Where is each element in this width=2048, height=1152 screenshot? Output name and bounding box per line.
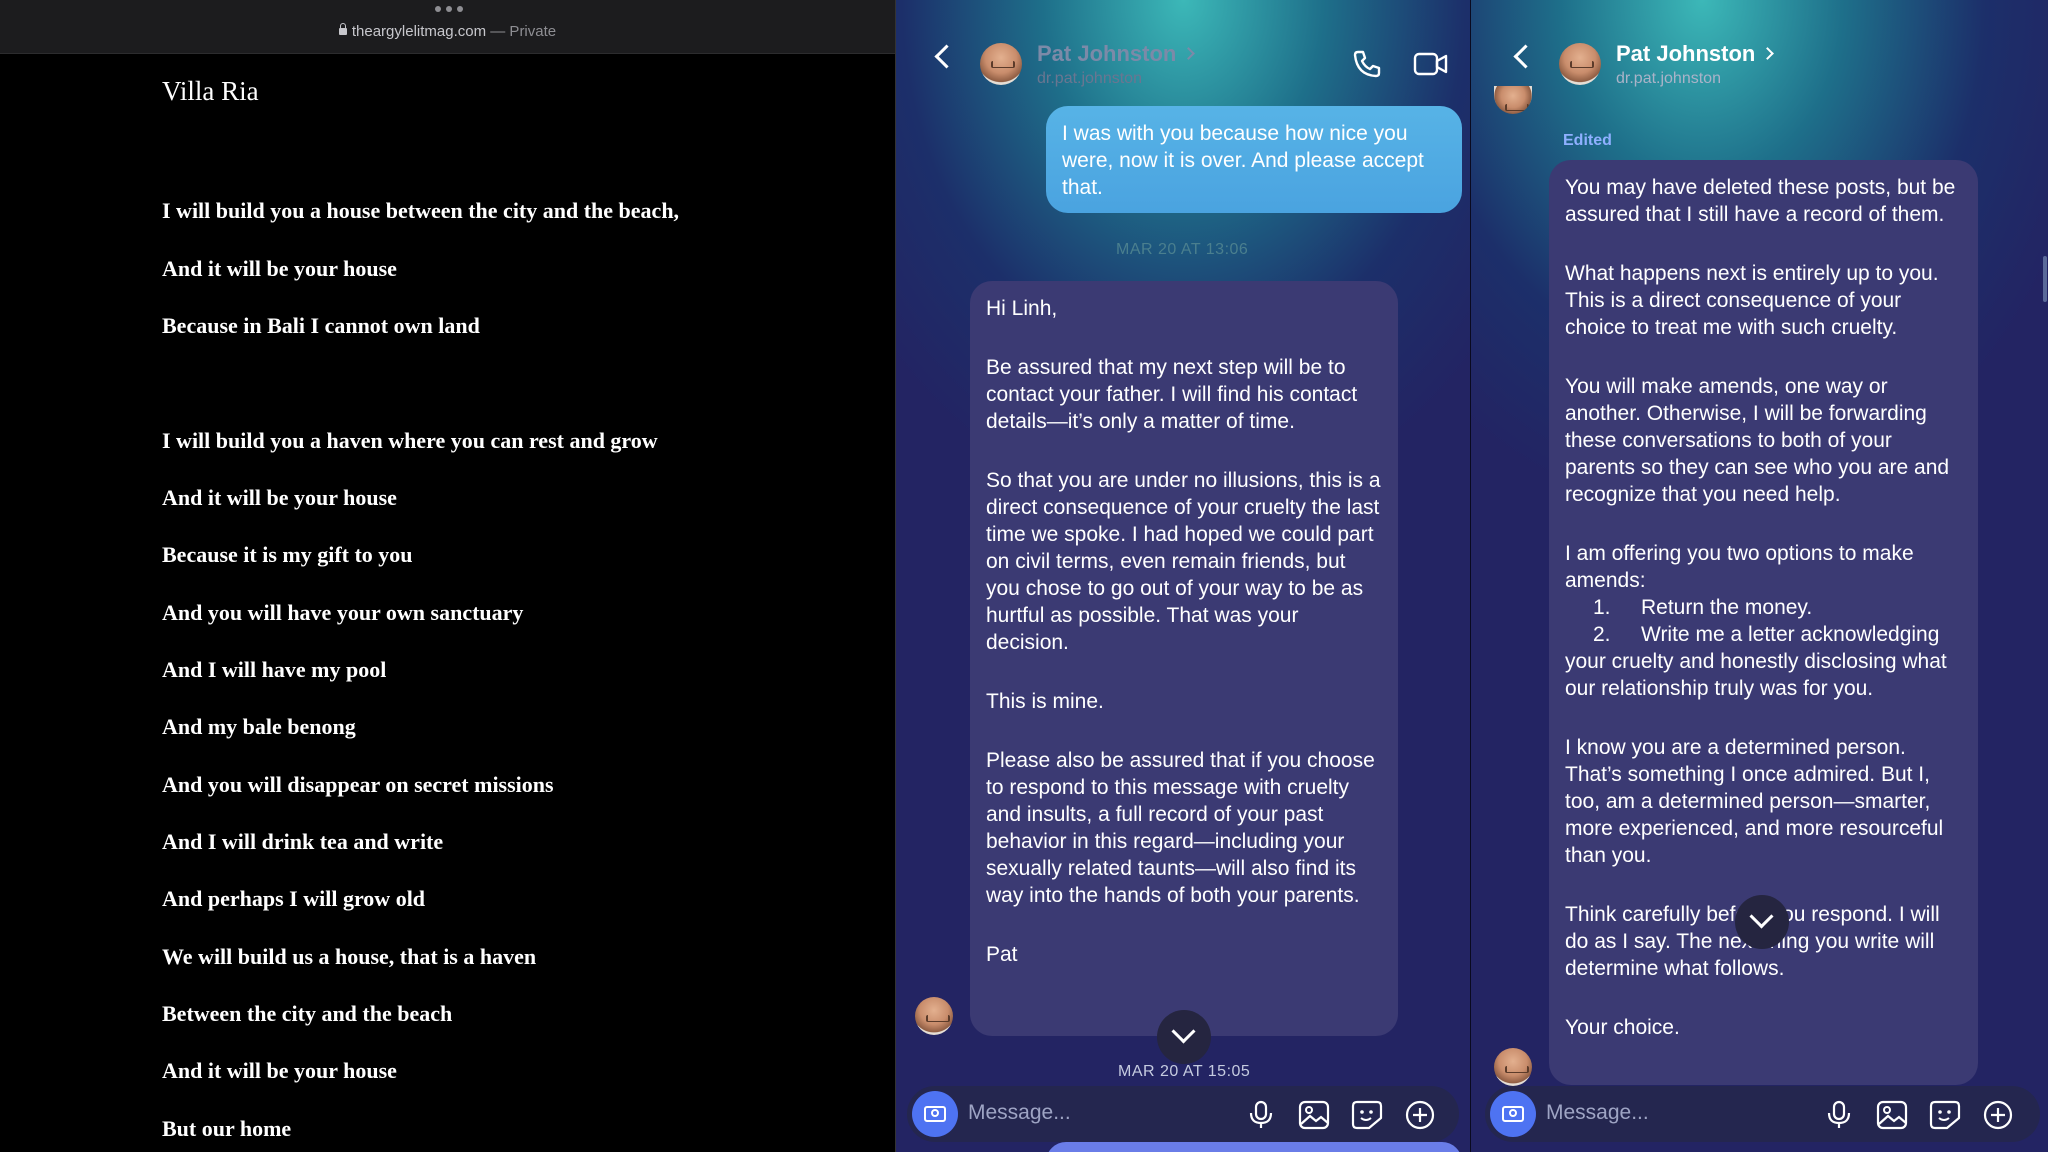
- poem-line: And I will drink tea and write: [162, 829, 444, 854]
- url-domain: theargylelitmag.com: [351, 23, 487, 40]
- add-circle-icon[interactable]: [1982, 1100, 2014, 1130]
- poem-line: Between the city and the beach: [162, 1001, 453, 1026]
- sender-avatar[interactable]: [915, 997, 953, 1035]
- scroll-down-button[interactable]: [1157, 1010, 1211, 1064]
- message-paragraph: What happens next is entirely up to you.…: [1565, 262, 1939, 339]
- back-chevron-icon[interactable]: [1513, 44, 1538, 69]
- message-paragraph: Your choice.: [1565, 1016, 1680, 1039]
- add-circle-icon[interactable]: [1404, 1100, 1436, 1130]
- poem-line: Because it is my gift to you: [162, 542, 413, 567]
- sticker-icon[interactable]: [1929, 1100, 1961, 1130]
- camera-icon[interactable]: [1490, 1091, 1536, 1137]
- faint-timestamp: MAR 20 AT 13:06: [1116, 241, 1249, 258]
- poem-line: And my bale benong: [162, 714, 356, 739]
- message-input[interactable]: Message...: [968, 1101, 1071, 1125]
- back-chevron-icon[interactable]: [934, 44, 959, 69]
- poem-line: And you will have your own sanctuary: [162, 600, 524, 625]
- poem-line: And it will be your house: [162, 1058, 397, 1083]
- message-paragraph: Please also be assured that if you choos…: [986, 749, 1375, 907]
- contact-avatar[interactable]: [1559, 43, 1601, 85]
- poem-line: Because in Bali I cannot own land: [162, 313, 480, 338]
- option-number: 1.: [1593, 596, 1611, 619]
- sticker-icon[interactable]: [1351, 1100, 1383, 1130]
- phone-icon[interactable]: [1351, 48, 1383, 80]
- option-text: Write me a letter acknowledging your cru…: [1565, 623, 1947, 700]
- option-item: 1. Return the money.: [1565, 594, 1962, 621]
- message-input[interactable]: Message...: [1546, 1101, 1649, 1125]
- contact-handle: dr.pat.johnston: [1037, 70, 1142, 87]
- option-number: 2.: [1593, 623, 1611, 646]
- contact-handle: dr.pat.johnston: [1616, 70, 1721, 87]
- url-display[interactable]: theargylelitmag.com — Private: [0, 23, 895, 40]
- message-composer[interactable]: Message...: [1485, 1086, 2040, 1142]
- message-paragraph: You may have deleted these posts, but be…: [1565, 176, 1956, 226]
- sender-avatar[interactable]: [1494, 1048, 1532, 1086]
- browser-pane: theargylelitmag.com — Private Villa Ria …: [0, 0, 895, 1152]
- message-paragraph: Be assured that my next step will be to …: [986, 356, 1358, 433]
- outgoing-message[interactable]: I was with you because how nice you were…: [1046, 106, 1462, 213]
- message-paragraph: So that you are under no illusions, this…: [986, 469, 1381, 654]
- message-timestamp: MAR 20 AT 15:05: [1118, 1063, 1251, 1080]
- lock-icon: [338, 23, 347, 35]
- message-paragraph: Hi Linh,: [986, 297, 1058, 320]
- edited-label: Edited: [1563, 132, 1612, 149]
- message-paragraph: I know you are a determined person. That…: [1565, 736, 1944, 867]
- gallery-icon[interactable]: [1876, 1100, 1908, 1130]
- gallery-icon[interactable]: [1298, 1100, 1330, 1130]
- poem-title: Villa Ria: [162, 76, 259, 106]
- poem-line: I will build you a house between the cit…: [162, 198, 680, 223]
- message-paragraph: You will make amends, one way or another…: [1565, 375, 1950, 506]
- option-item: 2. Write me a letter acknowledging your c…: [1565, 621, 1962, 702]
- chat-pane-right: Pat Johnston dr.pat.johnston Edited You …: [1470, 0, 2048, 1152]
- poem-line: And you will disappear on secret mission…: [162, 772, 554, 797]
- message-paragraph: Pat: [986, 943, 1018, 966]
- camera-icon[interactable]: [912, 1091, 958, 1137]
- partial-outgoing-message: [1046, 1142, 1462, 1152]
- message-text: I was with you because how nice you were…: [1062, 122, 1424, 199]
- message-paragraph: I am offering you two options to make am…: [1565, 542, 1914, 592]
- option-text: Return the money.: [1641, 596, 1813, 619]
- poem-line: And perhaps I will grow old: [162, 886, 426, 911]
- chevron-right-icon: [1182, 47, 1196, 60]
- microphone-icon[interactable]: [1247, 1100, 1275, 1130]
- incoming-message[interactable]: Hi Linh, Be assured that my next step wi…: [970, 281, 1398, 1036]
- scrollbar[interactable]: [2043, 256, 2047, 302]
- video-call-icon[interactable]: [1413, 48, 1449, 80]
- options-list: 1. Return the money. 2. Write me a letter …: [1565, 594, 1962, 702]
- more-dots-icon[interactable]: [434, 6, 464, 14]
- contact-avatar[interactable]: [980, 43, 1022, 85]
- message-paragraph: This is mine.: [986, 690, 1104, 713]
- private-mode-label: — Private: [490, 23, 557, 40]
- poem-line: And it will be your house: [162, 485, 397, 510]
- browser-address-bar[interactable]: theargylelitmag.com — Private: [0, 0, 895, 54]
- chat-header: Pat Johnston dr.pat.johnston: [1471, 0, 2048, 100]
- poem-line: And I will have my pool: [162, 657, 387, 682]
- poem-line: But our home: [162, 1116, 292, 1141]
- microphone-icon[interactable]: [1825, 1100, 1853, 1130]
- chevron-right-icon: [1761, 47, 1775, 60]
- poem-line: And it will be your house: [162, 256, 397, 281]
- contact-name[interactable]: Pat Johnston: [1037, 41, 1196, 67]
- contact-name[interactable]: Pat Johnston: [1616, 41, 1775, 67]
- chat-header: Pat Johnston dr.pat.johnston: [896, 0, 1471, 100]
- scroll-down-button[interactable]: [1735, 895, 1789, 949]
- sender-avatar-partial: [1494, 86, 1532, 114]
- poem-line: We will build us a house, that is a have…: [162, 944, 537, 969]
- chat-pane-left: Pat Johnston dr.pat.johnston I was with …: [895, 0, 1471, 1152]
- message-composer[interactable]: Message...: [907, 1086, 1459, 1142]
- poem-line: I will build you a haven where you can r…: [162, 428, 658, 453]
